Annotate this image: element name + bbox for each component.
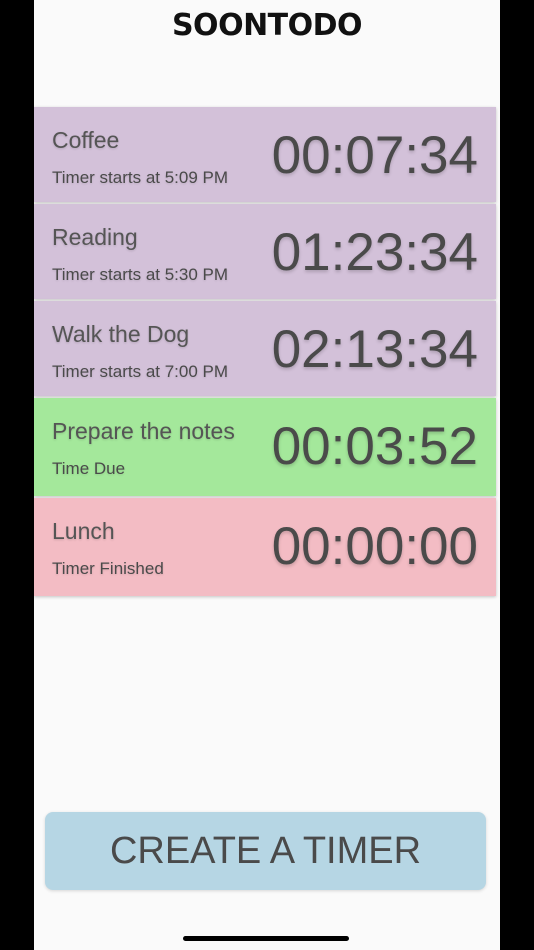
timer-name: Walk the Dog (52, 321, 190, 347)
timer-name: Lunch (52, 518, 115, 544)
timer-status: Timer starts at 7:00 PM (52, 362, 229, 381)
timer-countdown: 00:07:34 (271, 126, 478, 185)
timer-row-coffee[interactable]: Coffee Timer starts at 5:09 PM 00:07:34 (34, 107, 496, 202)
timer-status: Timer Finished (52, 559, 164, 578)
timer-name: Coffee (52, 127, 120, 153)
timer-countdown: 00:00:00 (271, 517, 478, 576)
create-timer-button[interactable]: CREATE A TIMER (45, 812, 486, 890)
timer-status: Timer starts at 5:09 PM (52, 168, 229, 187)
timer-row-lunch[interactable]: Lunch Timer Finished 00:00:00 (34, 498, 496, 596)
app-title: SOONTODO (171, 8, 363, 43)
home-indicator[interactable] (183, 936, 349, 941)
app-screen: SOONTODO Coffee Timer starts at 5:09 PM … (34, 0, 500, 950)
timer-name: Prepare the notes (52, 418, 235, 444)
timer-status: Timer starts at 5:30 PM (52, 265, 229, 284)
timer-status: Time Due (52, 459, 126, 478)
timer-row-walk-the-dog[interactable]: Walk the Dog Timer starts at 7:00 PM 02:… (34, 301, 496, 396)
timer-name: Reading (52, 224, 138, 250)
timer-countdown: 02:13:34 (271, 320, 478, 379)
timer-row-reading[interactable]: Reading Timer starts at 5:30 PM 01:23:34 (34, 204, 496, 299)
timer-list: Coffee Timer starts at 5:09 PM 00:07:34 … (34, 107, 496, 598)
timer-countdown: 01:23:34 (271, 223, 478, 282)
timer-row-prepare-the-notes[interactable]: Prepare the notes Time Due 00:03:52 (34, 398, 496, 496)
timer-countdown: 00:03:52 (271, 417, 478, 476)
